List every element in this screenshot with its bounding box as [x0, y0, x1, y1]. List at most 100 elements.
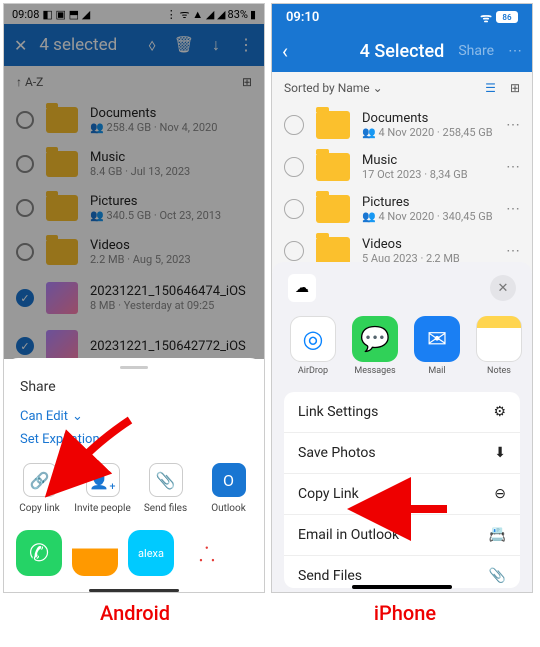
battery-icon: 86: [496, 11, 518, 23]
close-button[interactable]: ✕: [490, 275, 516, 301]
select-radio[interactable]: [284, 199, 304, 219]
airdrop-icon: ◎: [290, 316, 336, 362]
share-title: Share: [4, 379, 264, 405]
file-row[interactable]: Music8.4 GB · Jul 13, 2023: [4, 142, 264, 186]
trash-icon[interactable]: 🗑: [174, 35, 194, 55]
battery-pct: 83%: [228, 8, 248, 21]
select-radio[interactable]: [16, 155, 34, 173]
file-row[interactable]: Documents👥 258.4 GB · Nov 4, 2020: [4, 98, 264, 142]
messages-button[interactable]: 💬Messages: [350, 316, 400, 376]
mail-icon: ✉: [414, 316, 460, 362]
copy-link-row[interactable]: Copy Link⊖: [284, 474, 520, 515]
notes-icon: [476, 316, 522, 362]
folder-icon: [316, 111, 350, 139]
select-checked[interactable]: ✓: [16, 289, 34, 307]
link-settings-row[interactable]: Link Settings⚙: [284, 392, 520, 433]
messages-icon: 💬: [352, 316, 398, 362]
android-label: Android: [4, 601, 266, 625]
select-checked[interactable]: ✓: [16, 337, 34, 355]
set-expiration-button[interactable]: Set Expiration: [4, 428, 264, 451]
select-radio[interactable]: [284, 115, 304, 135]
drag-handle[interactable]: [120, 366, 148, 369]
row-more-icon[interactable]: ⋯: [506, 117, 520, 133]
folder-icon: [46, 239, 78, 265]
file-row[interactable]: ✓20231221_150646474_iOS8 MB · Yesterday …: [4, 274, 264, 322]
attach-icon: 📎: [149, 463, 183, 497]
row-more-icon[interactable]: ⋯: [506, 159, 520, 175]
list-view-icon[interactable]: ☰: [485, 81, 496, 95]
selection-count: 4 selected: [39, 35, 148, 55]
onedrive-icon: ☁: [288, 274, 316, 302]
download-icon[interactable]: ↓: [212, 35, 220, 55]
grid-view-icon[interactable]: ⊞: [510, 81, 520, 95]
airdrop-button[interactable]: ◎AirDrop: [288, 316, 338, 376]
sort-button[interactable]: ↑ A-Z: [16, 75, 43, 89]
time: 09:08: [12, 8, 39, 21]
selection-toolbar: ‹ 4 Selected Share ⋯: [272, 30, 532, 72]
status-bar: 09:10 ᯤ 86: [272, 4, 532, 30]
image-thumb: [46, 282, 78, 314]
more-icon[interactable]: ⋯: [508, 43, 522, 59]
grid-view-icon[interactable]: ⊞: [242, 75, 252, 89]
share-icon[interactable]: ⬨: [148, 35, 155, 55]
gear-icon: ⚙: [493, 404, 506, 420]
select-radio[interactable]: [16, 111, 34, 129]
file-row[interactable]: Documents👥 4 Nov 2020 · 258,45 GB⋯: [272, 104, 532, 146]
share-sheet: ☁ ✕ ◎AirDrop 💬Messages ✉Mail Notes Re Li…: [272, 262, 532, 592]
file-list: Documents👥 4 Nov 2020 · 258,45 GB⋯ Music…: [272, 104, 532, 272]
folder-icon: [46, 107, 78, 133]
can-edit-button[interactable]: Can Edit⌄: [4, 405, 264, 428]
whatsapp-icon[interactable]: ✆: [16, 530, 62, 576]
send-files-row[interactable]: Send Files📎: [284, 556, 520, 588]
share-sheet: Share Can Edit⌄ Set Expiration 🔗Copy lin…: [4, 358, 264, 592]
notes-button[interactable]: Notes: [474, 316, 524, 376]
nav-indicator: [89, 589, 179, 592]
app-row: ✆ alexa ⸫: [4, 526, 264, 588]
app-icon[interactable]: ⸫: [184, 530, 230, 576]
share-button[interactable]: Share: [458, 43, 494, 59]
email-outlook-row[interactable]: Email in Outlook📇: [284, 515, 520, 556]
time: 09:10: [286, 10, 319, 25]
alexa-icon[interactable]: alexa: [128, 530, 174, 576]
folder-icon: [46, 195, 78, 221]
file-row[interactable]: Pictures👥 4 Nov 2020 · 340,45 GB⋯: [272, 188, 532, 230]
person-add-icon: 👤₊: [86, 463, 120, 497]
amazon-icon[interactable]: [72, 530, 118, 576]
folder-icon: [316, 153, 350, 181]
folder-icon: [316, 195, 350, 223]
mail-button[interactable]: ✉Mail: [412, 316, 462, 376]
select-radio[interactable]: [16, 243, 34, 261]
select-radio[interactable]: [284, 157, 304, 177]
link-icon: ⊖: [494, 486, 506, 502]
row-more-icon[interactable]: ⋯: [506, 243, 520, 259]
back-icon[interactable]: ‹: [282, 39, 288, 63]
file-row[interactable]: Videos2.2 MB · Aug 5, 2023: [4, 230, 264, 274]
save-photos-row[interactable]: Save Photos⬇: [284, 433, 520, 474]
selection-count: 4 Selected: [360, 41, 445, 62]
invite-people-button[interactable]: 👤₊Invite people: [73, 463, 133, 514]
chevron-down-icon: ⌄: [72, 409, 83, 424]
send-files-button[interactable]: 📎Send files: [136, 463, 196, 514]
wifi-icon: ᯤ: [480, 8, 492, 26]
iphone-label: iPhone: [274, 601, 536, 625]
outlook-button[interactable]: OOutlook: [199, 463, 259, 514]
copy-link-button[interactable]: 🔗Copy link: [10, 463, 70, 514]
sort-button[interactable]: Sorted by Name ⌄: [284, 81, 383, 95]
outlook-icon: O: [212, 463, 246, 497]
attach-icon: 📎: [489, 568, 506, 584]
file-row[interactable]: Pictures👥 340.5 GB · Oct 23, 2013: [4, 186, 264, 230]
selection-toolbar: ✕ 4 selected ⬨ 🗑 ↓ ⋮: [4, 24, 264, 66]
folder-icon: [46, 151, 78, 177]
more-icon[interactable]: ⋮: [238, 35, 254, 55]
chevron-down-icon: ⌄: [373, 81, 383, 95]
row-more-icon[interactable]: ⋯: [506, 201, 520, 217]
iphone-screen: 09:10 ᯤ 86 ‹ 4 Selected Share ⋯ Sorted by …: [271, 3, 533, 593]
select-radio[interactable]: [284, 241, 304, 261]
link-icon: 🔗: [23, 463, 57, 497]
android-screen: 09:08 ◧ ▣ ⬒ ◢ ⋮ ᯤ ▲ ◢ ◢ 83% ▮ ✕ 4 select…: [3, 3, 265, 593]
notif-icons: ◧ ▣ ⬒ ◢: [42, 8, 90, 21]
close-icon[interactable]: ✕: [14, 36, 27, 55]
share-menu: Link Settings⚙ Save Photos⬇ Copy Link⊖ E…: [284, 392, 520, 588]
file-row[interactable]: Music17 Oct 2023 · 8,34 GB⋯: [272, 146, 532, 188]
select-radio[interactable]: [16, 199, 34, 217]
